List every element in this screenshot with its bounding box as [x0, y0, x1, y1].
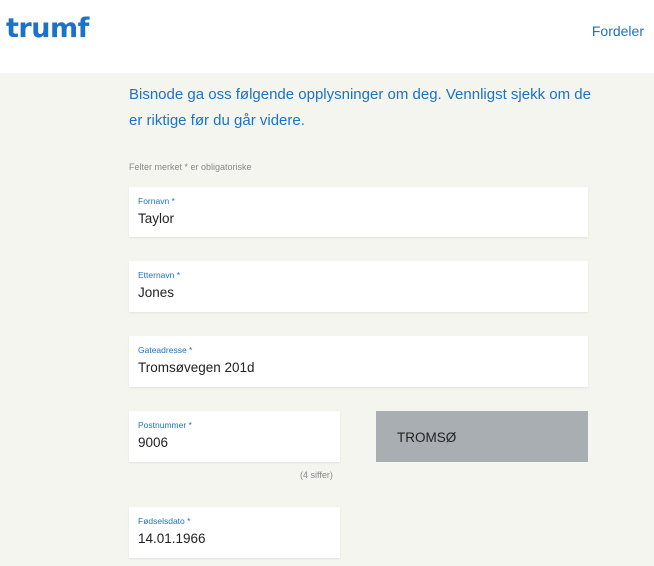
intro-text: Bisnode ga oss følgende opplysninger om … [129, 86, 591, 129]
street-address-input[interactable] [138, 359, 552, 377]
first-name-label: Fornavn * [138, 196, 175, 206]
nav-link-fordeler[interactable]: Fordeler [592, 22, 644, 40]
first-name-input[interactable] [138, 210, 552, 228]
postal-code-label: Postnummer * [138, 420, 192, 430]
last-name-input[interactable] [138, 284, 552, 302]
postal-code-hint: (4 siffer) [300, 470, 333, 480]
birth-date-field[interactable]: Fødselsdato * [129, 507, 340, 558]
trumf-logo[interactable]: trumf [6, 14, 89, 44]
required-fields-note: Felter merket * er obligatoriske [129, 162, 252, 172]
first-name-field[interactable]: Fornavn * [129, 187, 588, 237]
street-address-field[interactable]: Gateadresse * [129, 336, 588, 387]
city-display: TROMSØ [376, 411, 588, 462]
street-address-label: Gateadresse * [138, 345, 193, 355]
postal-code-field[interactable]: Postnummer * [129, 411, 340, 462]
last-name-field[interactable]: Etternavn * [129, 261, 588, 312]
birth-date-input[interactable] [138, 530, 328, 548]
city-value: TROMSØ [397, 430, 457, 445]
birth-date-label: Fødselsdato * [138, 516, 191, 526]
postal-code-input[interactable] [138, 434, 328, 452]
last-name-label: Etternavn * [138, 270, 181, 280]
site-header: trumf Fordeler [0, 0, 654, 73]
